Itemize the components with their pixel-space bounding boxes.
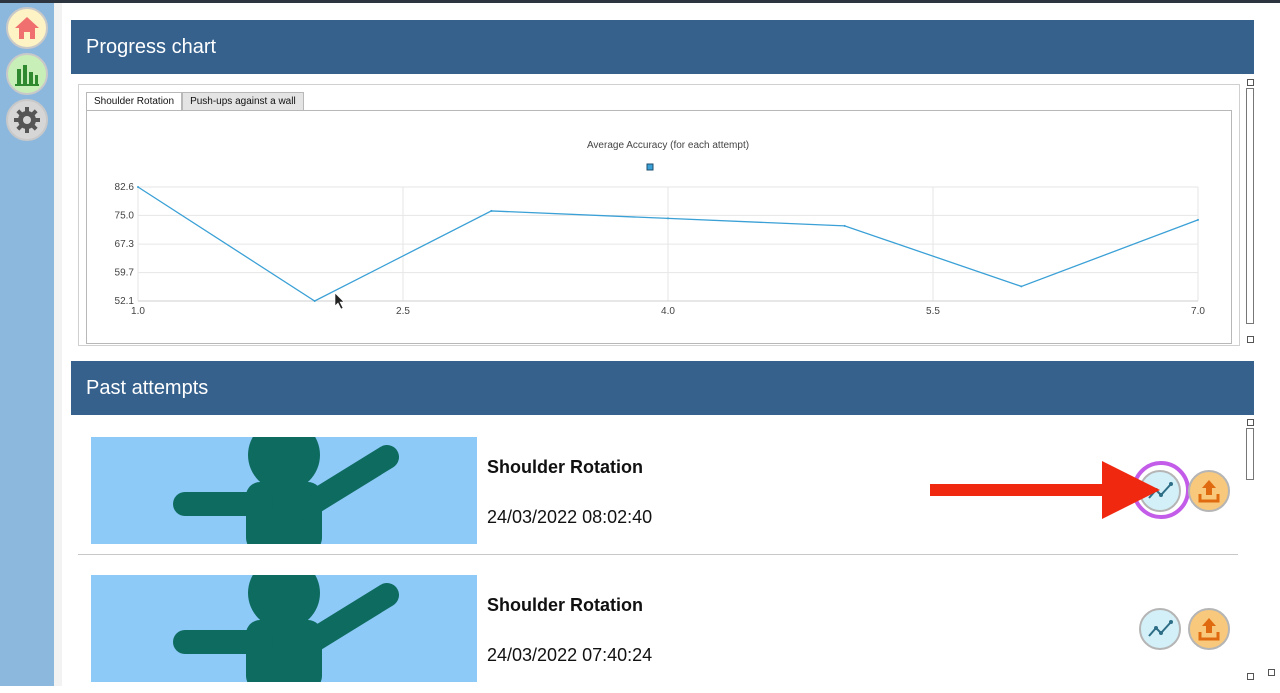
attempt-title: Shoulder Rotation bbox=[487, 457, 643, 477]
gear-icon bbox=[14, 107, 40, 133]
past-attempts-title: Past attempts bbox=[86, 376, 209, 399]
data-point bbox=[490, 209, 493, 212]
attempt-title: Shoulder Rotation bbox=[487, 595, 643, 615]
figure-illustration bbox=[173, 437, 399, 544]
upload-icon bbox=[1198, 480, 1220, 503]
figure-illustration bbox=[173, 575, 399, 682]
stats-button[interactable] bbox=[6, 53, 48, 95]
list-scrollbar[interactable] bbox=[1246, 428, 1254, 480]
chart-frame: Average Accuracy (for each attempt) 82.6 7… bbox=[86, 110, 1232, 344]
progress-chart-title: Progress chart bbox=[86, 35, 217, 58]
past-attempts-header: Past attempts bbox=[71, 361, 1254, 415]
data-point bbox=[313, 300, 316, 302]
tab-push-ups[interactable]: Push-ups against a wall bbox=[182, 92, 304, 111]
sidebar bbox=[0, 3, 54, 686]
y-tick-label: 75.0 bbox=[115, 210, 135, 221]
page-scroll-corner bbox=[1268, 669, 1275, 676]
data-point bbox=[1197, 218, 1199, 221]
legend-marker bbox=[646, 163, 654, 171]
x-tick-label: 7.0 bbox=[1191, 306, 1205, 317]
share-button[interactable] bbox=[1188, 608, 1230, 650]
x-tick-label: 1.0 bbox=[131, 306, 145, 317]
window-top-border bbox=[0, 0, 1280, 3]
view-graph-button[interactable] bbox=[1139, 608, 1181, 650]
list-scroll-down-button[interactable] bbox=[1247, 673, 1254, 680]
share-button[interactable] bbox=[1188, 470, 1230, 512]
upload-icon bbox=[1198, 618, 1220, 641]
home-icon bbox=[15, 17, 39, 39]
scroll-down-button[interactable] bbox=[1247, 336, 1254, 343]
home-button[interactable] bbox=[6, 7, 48, 49]
progress-chart-header: Progress chart bbox=[71, 20, 1254, 74]
chart-scrollbar[interactable] bbox=[1246, 88, 1254, 324]
data-point bbox=[1020, 285, 1023, 288]
red-arrow-annotation bbox=[930, 461, 1160, 519]
exercise-thumbnail bbox=[91, 437, 477, 544]
data-point bbox=[667, 217, 669, 220]
data-point bbox=[137, 186, 139, 188]
exercise-tabs: Shoulder Rotation Push-ups against a wal… bbox=[86, 92, 304, 111]
x-tick-label: 4.0 bbox=[661, 306, 675, 317]
line-graph-icon bbox=[1148, 620, 1173, 637]
mouse-cursor-icon bbox=[334, 292, 345, 310]
list-scroll-up-button[interactable] bbox=[1247, 419, 1254, 426]
y-tick-label: 82.6 bbox=[115, 182, 135, 193]
accuracy-line-chart: Average Accuracy (for each attempt) 82.6 7… bbox=[115, 140, 1206, 317]
attempt-date: 24/03/2022 08:02:40 bbox=[487, 507, 653, 527]
x-tick-label: 5.5 bbox=[926, 306, 940, 317]
data-point bbox=[843, 224, 846, 227]
x-tick-label: 2.5 bbox=[396, 306, 410, 317]
sidebar-separator bbox=[54, 3, 62, 686]
attempt-item[interactable]: Shoulder Rotation 24/03/2022 07:40:24 bbox=[78, 563, 1238, 693]
y-tick-label: 67.3 bbox=[115, 239, 135, 250]
settings-button[interactable] bbox=[6, 99, 48, 141]
attempt-date: 24/03/2022 07:40:24 bbox=[487, 645, 653, 665]
scroll-up-button[interactable] bbox=[1247, 79, 1254, 86]
bar-chart-icon bbox=[15, 65, 39, 86]
chart-panel: Shoulder Rotation Push-ups against a wal… bbox=[78, 84, 1240, 346]
tab-shoulder-rotation[interactable]: Shoulder Rotation bbox=[86, 92, 183, 111]
exercise-thumbnail bbox=[91, 575, 477, 682]
y-tick-label: 59.7 bbox=[115, 268, 135, 279]
chart-title: Average Accuracy (for each attempt) bbox=[587, 140, 749, 151]
